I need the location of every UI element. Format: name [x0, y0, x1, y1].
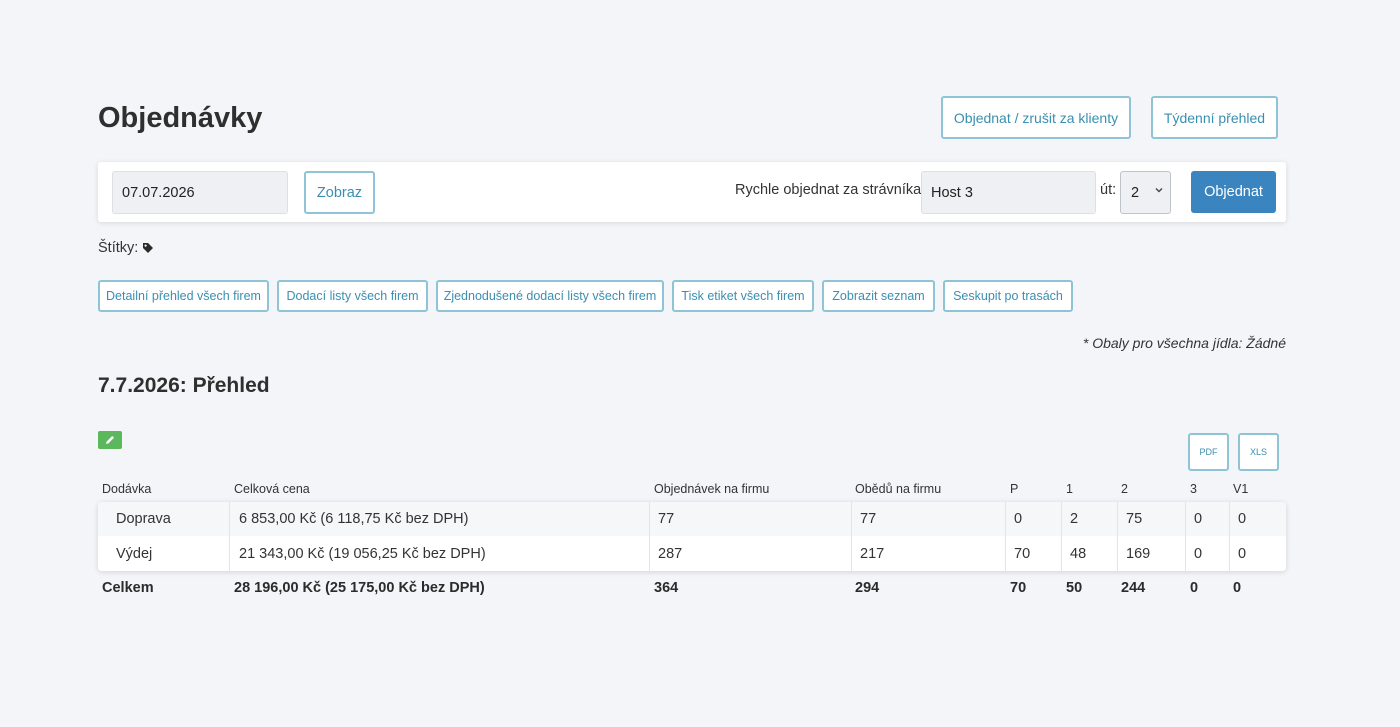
table-row: Doprava 6 853,00 Kč (6 118,75 Kč bez DPH… — [98, 502, 1286, 536]
cell-3: 0 — [1194, 511, 1203, 527]
cell-p: 0 — [1014, 511, 1023, 527]
delivery-notes-button[interactable]: Dodací listy všech firem — [277, 280, 428, 312]
chevron-down-icon — [1155, 188, 1163, 193]
summary-table: Doprava 6 853,00 Kč (6 118,75 Kč bez DPH… — [98, 502, 1286, 571]
column-divider — [1005, 502, 1006, 571]
group-by-routes-button[interactable]: Seskupit po trasách — [943, 280, 1073, 312]
totals-orders: 364 — [654, 580, 679, 596]
quick-order-label: Rychle objednat za strávníka: — [735, 182, 926, 198]
xls-export-button[interactable]: XLS — [1238, 433, 1279, 471]
col-header-delivery: Dodávka — [102, 482, 152, 496]
day-label: út: — [1100, 182, 1117, 198]
totals-1: 50 — [1066, 580, 1083, 596]
column-divider — [229, 502, 230, 571]
cell-3: 0 — [1194, 546, 1203, 562]
col-header-3: 3 — [1190, 482, 1197, 496]
cell-2: 169 — [1126, 546, 1151, 562]
cell-lunches: 217 — [860, 546, 885, 562]
tag-icon[interactable] — [142, 242, 154, 254]
show-list-button[interactable]: Zobrazit seznam — [822, 280, 935, 312]
cell-total-price: 21 343,00 Kč (19 056,25 Kč bez DPH) — [239, 546, 486, 562]
col-header-p: P — [1010, 482, 1019, 496]
col-header-1: 1 — [1066, 482, 1073, 496]
col-header-2: 2 — [1121, 482, 1128, 496]
cell-orders: 77 — [658, 511, 675, 527]
col-header-lunches-per-company: Obědů na firmu — [855, 482, 942, 496]
edit-button[interactable] — [98, 431, 122, 449]
totals-2: 244 — [1121, 580, 1146, 596]
diner-input[interactable]: Host 3 — [921, 171, 1096, 214]
order-cancel-for-clients-button[interactable]: Objednat / zrušit za klienty — [941, 96, 1131, 139]
col-header-orders-per-company: Objednávek na firmu — [654, 482, 770, 496]
totals-3: 0 — [1190, 580, 1199, 596]
column-divider — [1061, 502, 1062, 571]
quantity-select-value: 2 — [1131, 184, 1140, 201]
tags-label: Štítky: — [98, 240, 139, 256]
totals-p: 70 — [1010, 580, 1027, 596]
section-title: 7.7.2026: Přehled — [98, 374, 270, 397]
column-divider — [1185, 502, 1186, 571]
cell-total-price: 6 853,00 Kč (6 118,75 Kč bez DPH) — [239, 511, 469, 527]
totals-lunches: 294 — [855, 580, 880, 596]
cell-p: 70 — [1014, 546, 1031, 562]
cell-2: 75 — [1126, 511, 1143, 527]
detailed-overview-button[interactable]: Detailní přehled všech firem — [98, 280, 269, 312]
show-button[interactable]: Zobraz — [304, 171, 375, 214]
totals-price: 28 196,00 Kč (25 175,00 Kč bez DPH) — [234, 580, 485, 596]
tags-row: Štítky: — [98, 240, 154, 256]
pencil-icon — [106, 436, 114, 444]
cell-v1: 0 — [1238, 511, 1247, 527]
cell-1: 48 — [1070, 546, 1087, 562]
simplified-delivery-notes-button[interactable]: Zjednodušené dodací listy všech firem — [436, 280, 664, 312]
quantity-select[interactable]: 2 — [1120, 171, 1171, 214]
pdf-export-button[interactable]: PDF — [1188, 433, 1229, 471]
packaging-note: * Obaly pro všechna jídla: Žádné — [1082, 335, 1286, 351]
cell-orders: 287 — [658, 546, 683, 562]
weekly-overview-button[interactable]: Týdenní přehled — [1151, 96, 1278, 139]
order-button[interactable]: Objednat — [1191, 171, 1276, 213]
date-input[interactable]: 07.07.2026 — [112, 171, 288, 214]
column-divider — [649, 502, 650, 571]
totals-v1: 0 — [1233, 580, 1242, 596]
cell-lunches: 77 — [860, 511, 877, 527]
column-divider — [1117, 502, 1118, 571]
col-header-total-price: Celková cena — [234, 482, 310, 496]
page-title: Objednávky — [98, 102, 263, 134]
table-row: Výdej 21 343,00 Kč (19 056,25 Kč bez DPH… — [98, 537, 1286, 571]
totals-label: Celkem — [102, 580, 154, 596]
cell-delivery: Doprava — [116, 511, 171, 527]
toolbar-panel: 07.07.2026 Zobraz Rychle objednat za str… — [98, 162, 1286, 222]
column-divider — [1229, 502, 1230, 571]
column-divider — [851, 502, 852, 571]
print-labels-button[interactable]: Tisk etiket všech firem — [672, 280, 814, 312]
cell-delivery: Výdej — [116, 546, 153, 562]
col-header-v1: V1 — [1233, 482, 1249, 496]
cell-1: 2 — [1070, 511, 1079, 527]
cell-v1: 0 — [1238, 546, 1247, 562]
